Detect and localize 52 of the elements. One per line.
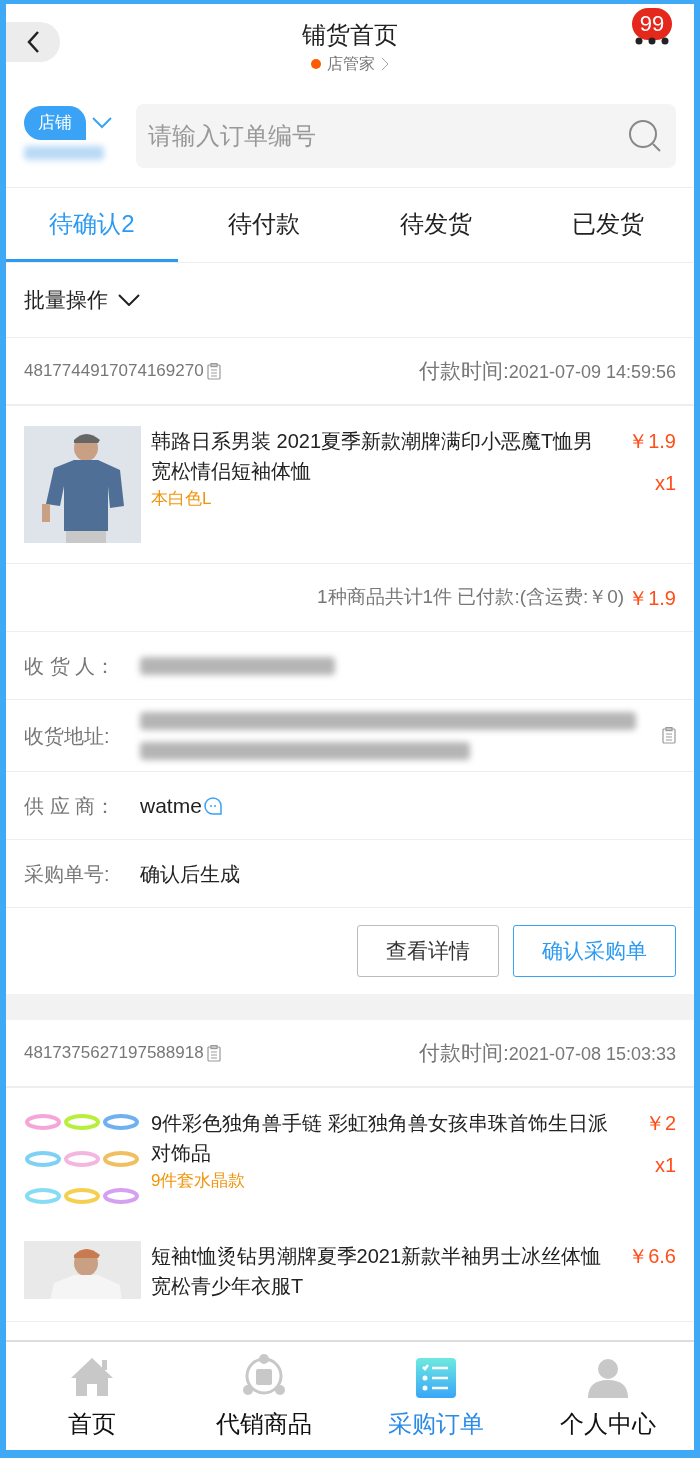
- shop-link[interactable]: 店管家: [311, 52, 389, 76]
- field-label: 供 应 商：: [24, 793, 117, 819]
- order-number: 4817375627197588918: [24, 1042, 204, 1065]
- dropdown-caret-icon[interactable]: [92, 116, 112, 129]
- field-label: 采购单号:: [24, 861, 111, 887]
- home-icon: [69, 1356, 115, 1398]
- nav-tab[interactable]: 代销商品: [178, 1342, 350, 1450]
- order-total: ￥1.9: [628, 585, 676, 611]
- product-title[interactable]: 短袖t恤烫钻男潮牌夏季2021新款半袖男士冰丝体恤宽松青少年衣服T: [151, 1241, 610, 1301]
- back-icon: [26, 30, 40, 54]
- chevron-icon: [381, 57, 389, 71]
- clipboard-icon[interactable]: [662, 727, 676, 744]
- order-tab[interactable]: 待发货: [350, 188, 522, 262]
- person-icon: [588, 1358, 628, 1398]
- nav-tab[interactable]: 采购订单: [350, 1342, 522, 1450]
- product-variant: 9件套水晶款: [151, 1170, 247, 1192]
- search-icon[interactable]: [628, 119, 662, 153]
- order-summary: 1种商品共计1件 已付款:(含运费:￥0): [317, 585, 625, 610]
- share-icon: [241, 1354, 287, 1398]
- checklist-icon: [416, 1358, 456, 1398]
- details-button[interactable]: 查看详情: [357, 925, 499, 977]
- notification-badge: 99: [632, 8, 672, 40]
- product-variant: 本白色L: [151, 488, 213, 510]
- order-number: 4817744917074169270: [24, 360, 204, 383]
- payment-time-label: 付款时间:: [419, 358, 509, 385]
- quantity: x1: [654, 1153, 676, 1178]
- page-title: 铺货首页: [302, 20, 398, 50]
- chat-bubble-icon[interactable]: [203, 796, 222, 815]
- more-icon[interactable]: [635, 37, 669, 45]
- search-field[interactable]: 请输入订单编号: [136, 104, 676, 168]
- batch-operation-dropdown[interactable]: 批量操作: [6, 263, 694, 338]
- payment-time: 2021-07-09 14:59:56: [508, 361, 676, 385]
- payment-time: 2021-07-08 15:03:33: [508, 1043, 676, 1067]
- product-title[interactable]: 9件彩色独角兽手链 彩虹独角兽女孩串珠首饰生日派对饰品: [151, 1108, 610, 1168]
- field-label: 收货地址:: [24, 723, 111, 749]
- product-price: ￥6.6: [628, 1244, 676, 1269]
- product-price: ￥2: [644, 1111, 676, 1136]
- quantity: x1: [654, 471, 676, 496]
- caret-icon: [118, 294, 140, 306]
- nav-tab[interactable]: 首页: [6, 1342, 178, 1450]
- back-button[interactable]: [6, 22, 60, 62]
- nav-tab[interactable]: 个人中心: [522, 1342, 694, 1450]
- clipboard-icon[interactable]: [206, 1044, 221, 1062]
- order-tab[interactable]: 已发货: [522, 188, 694, 262]
- field-value: 确认后生成: [140, 861, 240, 887]
- payment-time-label: 付款时间:: [419, 1040, 509, 1067]
- field-label: 收 货 人：: [24, 653, 117, 679]
- product-title[interactable]: 韩路日系男装 2021夏季新款潮牌满印小恶魔T恤男宽松情侣短袖体恤: [151, 426, 610, 486]
- supplier-name[interactable]: watme: [140, 789, 202, 822]
- product-price: ￥1.9: [628, 429, 676, 454]
- order-tab[interactable]: 待付款: [178, 188, 350, 262]
- clipboard-icon[interactable]: [206, 362, 221, 380]
